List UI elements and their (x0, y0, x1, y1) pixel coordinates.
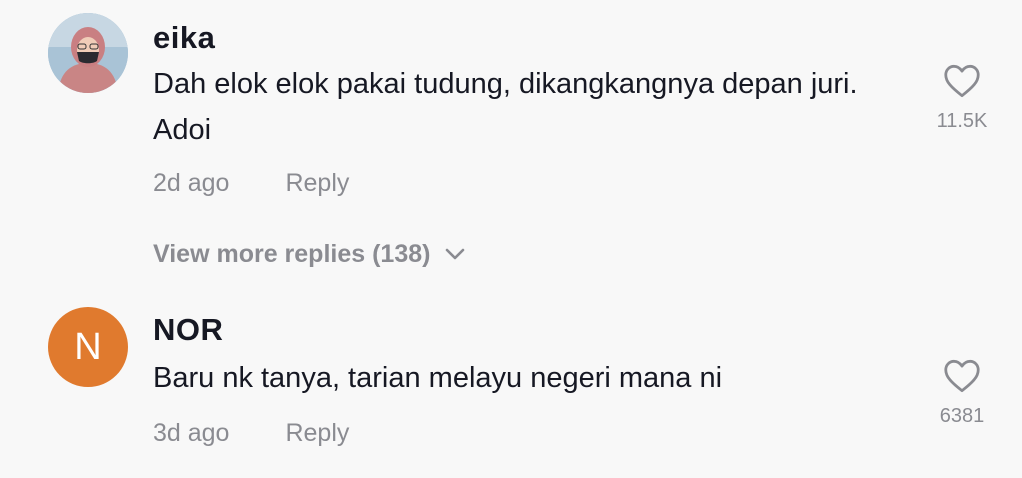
comment-item: N NOR Baru nk tanya, tarian melayu neger… (0, 300, 1022, 478)
heart-outline-icon[interactable] (943, 359, 981, 393)
like-button[interactable]: 6381 (932, 359, 992, 428)
user-photo-icon (48, 13, 128, 93)
username[interactable]: eika (153, 20, 215, 56)
comment-text: Dah elok elok pakai tudung, dikangkangny… (153, 68, 858, 146)
avatar[interactable] (48, 13, 128, 93)
like-button[interactable]: 11.5K (932, 64, 992, 133)
chevron-down-icon (446, 248, 465, 260)
reply-button[interactable]: Reply (285, 168, 349, 198)
avatar-letter: N (74, 325, 102, 368)
comment-meta: 2d ago Reply (153, 168, 349, 198)
reply-button[interactable]: Reply (285, 418, 349, 448)
username[interactable]: NOR (153, 312, 223, 348)
avatar[interactable]: N (48, 307, 128, 387)
comment-item: eika Dah elok elok pakai tudung, dikangk… (0, 0, 1022, 230)
comment-age: 2d ago (153, 169, 230, 197)
comment-age: 3d ago (153, 419, 230, 447)
heart-outline-icon[interactable] (943, 64, 981, 98)
view-more-replies-label: View more replies (138) (153, 240, 431, 268)
view-more-replies-button[interactable]: View more replies (138) (153, 238, 466, 270)
like-count: 11.5K (936, 110, 988, 132)
comment-meta: 3d ago Reply (153, 418, 349, 448)
comment-text: Baru nk tanya, tarian melayu negeri mana… (153, 362, 723, 394)
like-count: 6381 (939, 405, 985, 427)
